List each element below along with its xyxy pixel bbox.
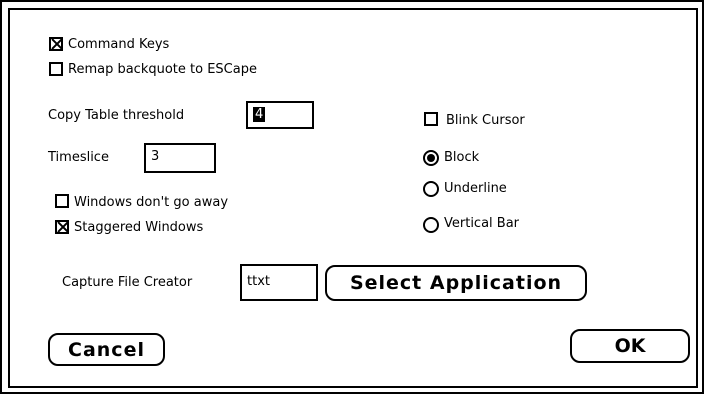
select-application-button[interactable]: Select Application [325,265,587,301]
timeslice-input[interactable]: 3 [144,143,216,173]
blink-cursor-label: Blink Cursor [446,113,525,128]
timeslice-label: Timeslice [48,150,109,165]
capture-file-creator-input[interactable]: ttxt [240,264,318,301]
vertical-bar-label: Vertical Bar [444,216,520,231]
vertical-bar-radio[interactable] [423,217,439,233]
underline-radio[interactable] [423,181,439,197]
underline-label: Underline [444,181,507,196]
capture-file-creator-label: Capture File Creator [62,275,193,290]
staggered-windows-checkbox[interactable] [55,220,69,234]
staggered-windows-label: Staggered Windows [74,220,204,235]
ok-button[interactable]: OK [570,329,690,363]
remap-backquote-label: Remap backquote to ESCape [68,62,257,77]
block-radio[interactable] [423,150,439,166]
copy-table-threshold-label: Copy Table threshold [48,108,185,123]
command-keys-checkbox[interactable] [49,37,63,51]
copy-table-threshold-input[interactable]: 4 [246,101,314,129]
blink-cursor-checkbox[interactable] [424,112,438,126]
command-keys-label: Command Keys [68,37,170,52]
block-label: Block [444,150,480,165]
cancel-button[interactable]: Cancel [48,333,165,366]
timeslice-value: 3 [151,149,160,164]
capture-file-creator-value: ttxt [247,274,270,289]
remap-backquote-checkbox[interactable] [49,62,63,76]
windows-dont-go-away-label: Windows don't go away [74,195,229,210]
windows-dont-go-away-checkbox[interactable] [55,194,69,208]
copy-table-threshold-value: 4 [253,107,266,122]
